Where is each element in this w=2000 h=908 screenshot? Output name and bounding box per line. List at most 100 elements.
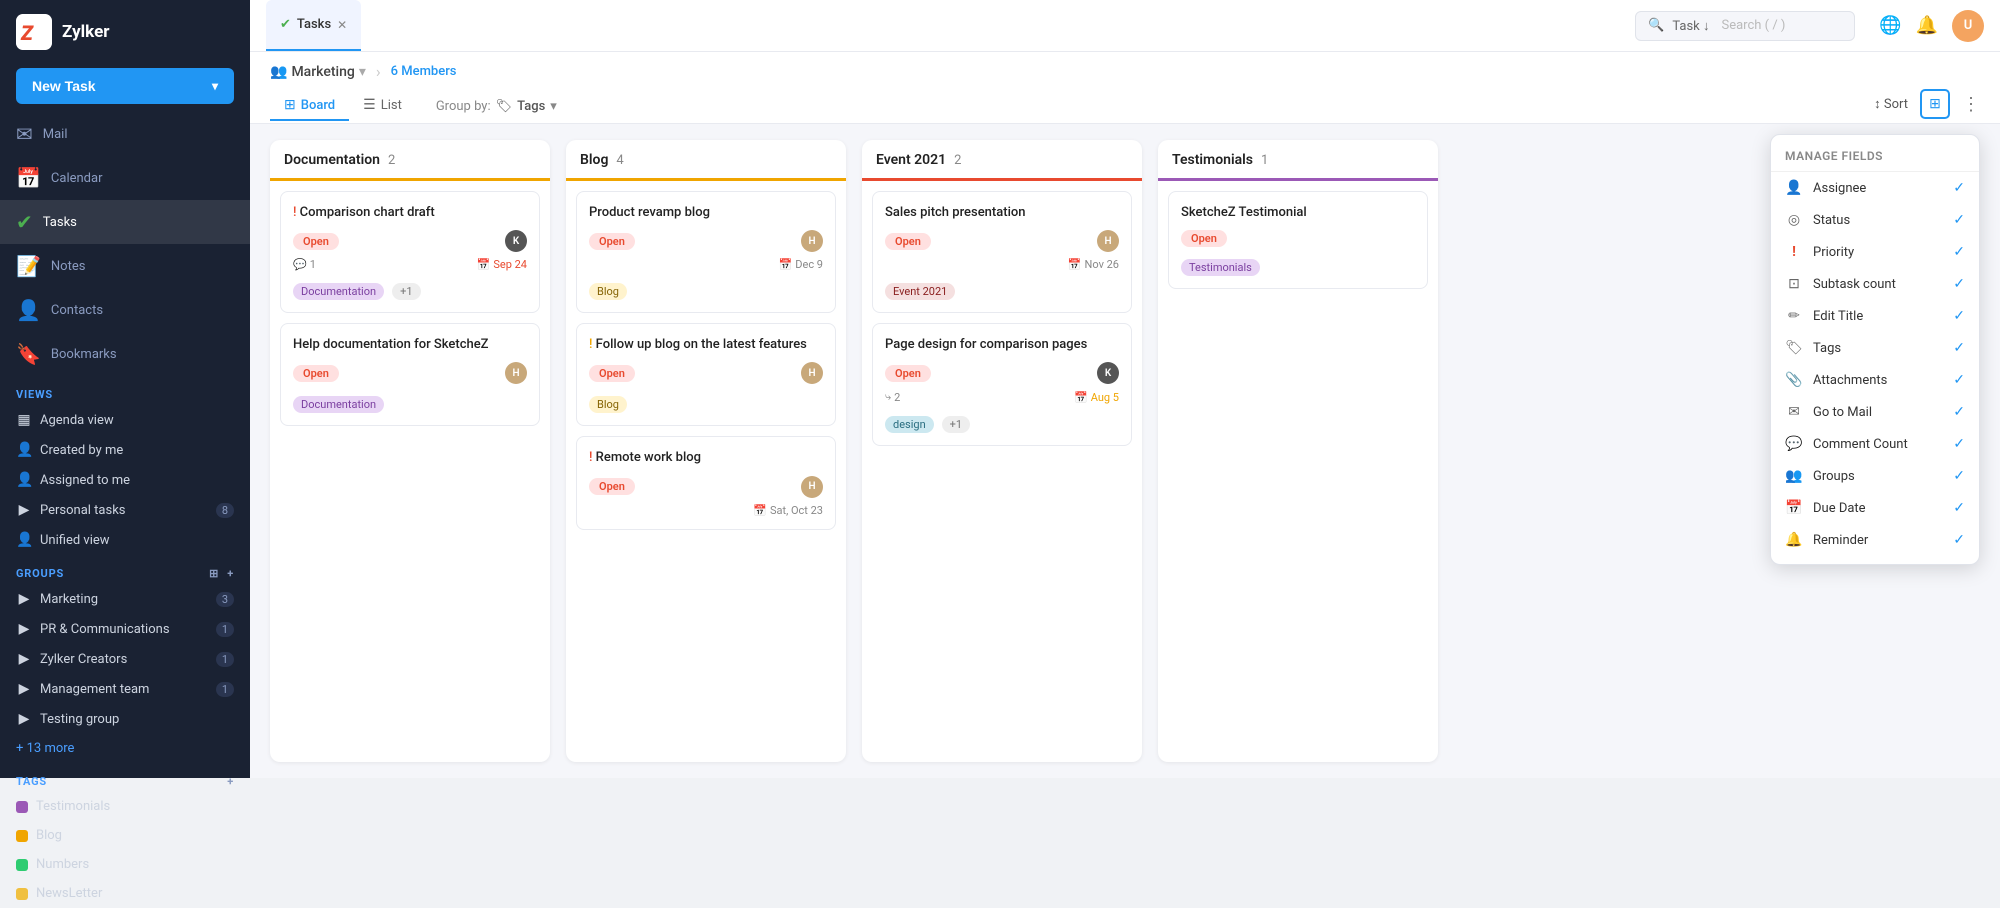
tab-list[interactable]: ☰ List bbox=[349, 91, 416, 121]
sidebar-item-personal-tasks[interactable]: ▶ Personal tasks 8 bbox=[0, 495, 250, 525]
card-remote-work-blog[interactable]: ! Remote work blog Open H 📅 Sat, Oct 23 bbox=[576, 436, 836, 529]
more-options-button[interactable]: ⋮ bbox=[1962, 94, 1980, 115]
card-tags: Documentation +1 bbox=[293, 277, 527, 300]
sidebar-item-zylker[interactable]: ▶ Zylker Creators 1 bbox=[0, 644, 250, 674]
list-icon: ☰ bbox=[363, 97, 376, 113]
card-follow-up-blog[interactable]: ! Follow up blog on the latest features … bbox=[576, 323, 836, 426]
sidebar-item-contacts[interactable]: 👤 Contacts bbox=[0, 288, 250, 332]
new-task-button[interactable]: New Task ▾ bbox=[16, 68, 234, 104]
board-icon: ⊞ bbox=[284, 97, 296, 113]
sidebar-item-unified[interactable]: 👤 Unified view bbox=[0, 525, 250, 555]
card-row: Open H bbox=[885, 230, 1119, 252]
bell-icon[interactable]: 🔔 bbox=[1916, 15, 1938, 36]
sidebar-item-tag-numbers[interactable]: Numbers bbox=[0, 850, 250, 879]
topbar-icons: 🌐 🔔 U bbox=[1879, 10, 1984, 42]
card-page-design[interactable]: Page design for comparison pages Open K … bbox=[872, 323, 1132, 446]
due-date: 📅 Aug 5 bbox=[1074, 391, 1119, 404]
globe-icon[interactable]: 🌐 bbox=[1879, 15, 1901, 36]
groups-add-icon[interactable]: + bbox=[227, 567, 234, 580]
topbar: ✔ Tasks ✕ 🔍 Task ↓ Search ( / ) 🌐 🔔 U bbox=[250, 0, 2000, 52]
card-row: Open H bbox=[589, 476, 823, 498]
created-icon: 👤 bbox=[16, 442, 32, 458]
contacts-icon: 👤 bbox=[16, 298, 41, 322]
tab-close-icon[interactable]: ✕ bbox=[337, 18, 347, 32]
sidebar-nav-section: ✉ Mail 📅 Calendar ✔ Tasks 📝 Notes 👤 Cont… bbox=[0, 112, 250, 376]
field-commentcount[interactable]: 💬 Comment Count ✓ bbox=[1771, 428, 1979, 460]
groups-filter-icon[interactable]: ⊞ bbox=[209, 567, 219, 580]
tab-board[interactable]: ⊞ Board bbox=[270, 91, 349, 121]
sidebar-item-pr[interactable]: ▶ PR & Communications 1 bbox=[0, 614, 250, 644]
sidebar-item-created-by-me[interactable]: 👤 Created by me bbox=[0, 435, 250, 465]
comment-icon: 💬 bbox=[293, 258, 307, 271]
sidebar-item-mgmt[interactable]: ▶ Management team 1 bbox=[0, 674, 250, 704]
field-gomail[interactable]: ✉ Go to Mail ✓ bbox=[1771, 396, 1979, 428]
view-toggle-button[interactable]: ⊞ bbox=[1920, 89, 1950, 119]
sidebar-item-agenda[interactable]: ▦ Agenda view bbox=[0, 405, 250, 435]
card-comparison-chart-draft[interactable]: ! Comparison chart draft Open K 💬 1 � bbox=[280, 191, 540, 313]
sidebar-item-calendar[interactable]: 📅 Calendar bbox=[0, 156, 250, 200]
zylker-badge: 1 bbox=[216, 652, 234, 667]
assignee-avatar: K bbox=[505, 230, 527, 252]
sidebar-item-bookmarks[interactable]: 🔖 Bookmarks bbox=[0, 332, 250, 376]
check-commentcount: ✓ bbox=[1953, 436, 1965, 452]
sidebar-item-tag-testimonials[interactable]: Testimonials bbox=[0, 792, 250, 821]
groups-section-title: GROUPS ⊞ + bbox=[0, 555, 250, 584]
expand-icon-pr: ▶ bbox=[16, 621, 32, 637]
field-subtask[interactable]: ⊡ Subtask count ✓ bbox=[1771, 268, 1979, 300]
sidebar-item-mail[interactable]: ✉ Mail bbox=[0, 112, 250, 156]
sidebar-item-tag-newsletter[interactable]: NewsLetter bbox=[0, 879, 250, 908]
check-subtask: ✓ bbox=[1953, 276, 1965, 292]
sidebar-item-notes[interactable]: 📝 Notes bbox=[0, 244, 250, 288]
sidebar-item-assigned-to-me[interactable]: 👤 Assigned to me bbox=[0, 465, 250, 495]
search-bar[interactable]: 🔍 Task ↓ Search ( / ) bbox=[1635, 11, 1855, 41]
tag-color-newsletter bbox=[16, 888, 28, 900]
manage-fields-header: Manage Fields bbox=[1771, 143, 1979, 172]
due-date: 📅 Nov 26 bbox=[1068, 258, 1119, 271]
card-row: Open K bbox=[885, 362, 1119, 384]
column-testimonials: Testimonials 1 SketcheZ Testimonial Open… bbox=[1158, 140, 1438, 762]
field-status[interactable]: ◎ Status ✓ bbox=[1771, 204, 1979, 236]
card-sales-pitch[interactable]: Sales pitch presentation Open H 📅 Nov 26 bbox=[872, 191, 1132, 313]
user-avatar[interactable]: U bbox=[1952, 10, 1984, 42]
duedate-field-icon: 📅 bbox=[1785, 500, 1803, 516]
assignee-avatar: H bbox=[801, 476, 823, 498]
card-title: ! Remote work blog bbox=[589, 449, 823, 467]
sidebar-item-testing[interactable]: ▶ Testing group bbox=[0, 704, 250, 734]
groupby-selector[interactable]: Group by: 🏷 Tags ▾ bbox=[436, 99, 557, 114]
field-duedate[interactable]: 📅 Due Date ✓ bbox=[1771, 492, 1979, 524]
sidebar-item-marketing[interactable]: ▶ Marketing 3 bbox=[0, 584, 250, 614]
field-priority[interactable]: ! Priority ✓ bbox=[1771, 236, 1979, 268]
bookmarks-icon: 🔖 bbox=[16, 342, 41, 366]
tag-chip: Event 2021 bbox=[885, 283, 955, 300]
tag-chip: Blog bbox=[589, 396, 627, 413]
status-badge: Open bbox=[589, 365, 635, 382]
status-badge: Open bbox=[589, 478, 635, 495]
sidebar-item-tasks[interactable]: ✔ Tasks bbox=[0, 200, 250, 244]
field-tags[interactable]: 🏷 Tags ✓ bbox=[1771, 332, 1979, 364]
field-assignee[interactable]: 👤 Assignee ✓ bbox=[1771, 172, 1979, 204]
card-help-documentation[interactable]: Help documentation for SketcheZ Open H D… bbox=[280, 323, 540, 426]
more-groups-link[interactable]: + 13 more bbox=[0, 734, 250, 763]
column-documentation: Documentation 2 ! Comparison chart draft… bbox=[270, 140, 550, 762]
priority-icon: ! bbox=[293, 205, 300, 220]
field-edittitle[interactable]: ✏ Edit Title ✓ bbox=[1771, 300, 1979, 332]
card-product-revamp[interactable]: Product revamp blog Open H 📅 Dec 9 Blog bbox=[576, 191, 836, 313]
tasks-tab[interactable]: ✔ Tasks ✕ bbox=[266, 0, 361, 51]
card-sketchez-testimonial[interactable]: SketcheZ Testimonial Open Testimonials bbox=[1168, 191, 1428, 289]
card-tags: design +1 bbox=[885, 410, 1119, 433]
column-header-blog: Blog 4 bbox=[566, 140, 846, 181]
right-content: ✔ Tasks ✕ 🔍 Task ↓ Search ( / ) 🌐 🔔 U bbox=[250, 0, 2000, 778]
marketing-badge: 3 bbox=[216, 592, 234, 607]
group-selector[interactable]: 👥 Marketing ▾ bbox=[270, 64, 366, 80]
field-groups[interactable]: 👥 Groups ✓ bbox=[1771, 460, 1979, 492]
field-attachments[interactable]: 📎 Attachments ✓ bbox=[1771, 364, 1979, 396]
sidebar-item-tag-blog[interactable]: Blog bbox=[0, 821, 250, 850]
sort-button[interactable]: ↕ Sort bbox=[1874, 96, 1908, 112]
tags-add-icon[interactable]: + bbox=[227, 775, 234, 788]
members-link[interactable]: 6 Members bbox=[391, 64, 457, 79]
card-meta-row: ⤷ 2 📅 Aug 5 bbox=[885, 390, 1119, 404]
tag-chip: Documentation bbox=[293, 283, 384, 300]
sidebar: Z Zylker New Task ▾ ✉ Mail 📅 Calendar ✔ … bbox=[0, 0, 250, 778]
field-reminder[interactable]: 🔔 Reminder ✓ bbox=[1771, 524, 1979, 556]
reminder-field-icon: 🔔 bbox=[1785, 532, 1803, 548]
